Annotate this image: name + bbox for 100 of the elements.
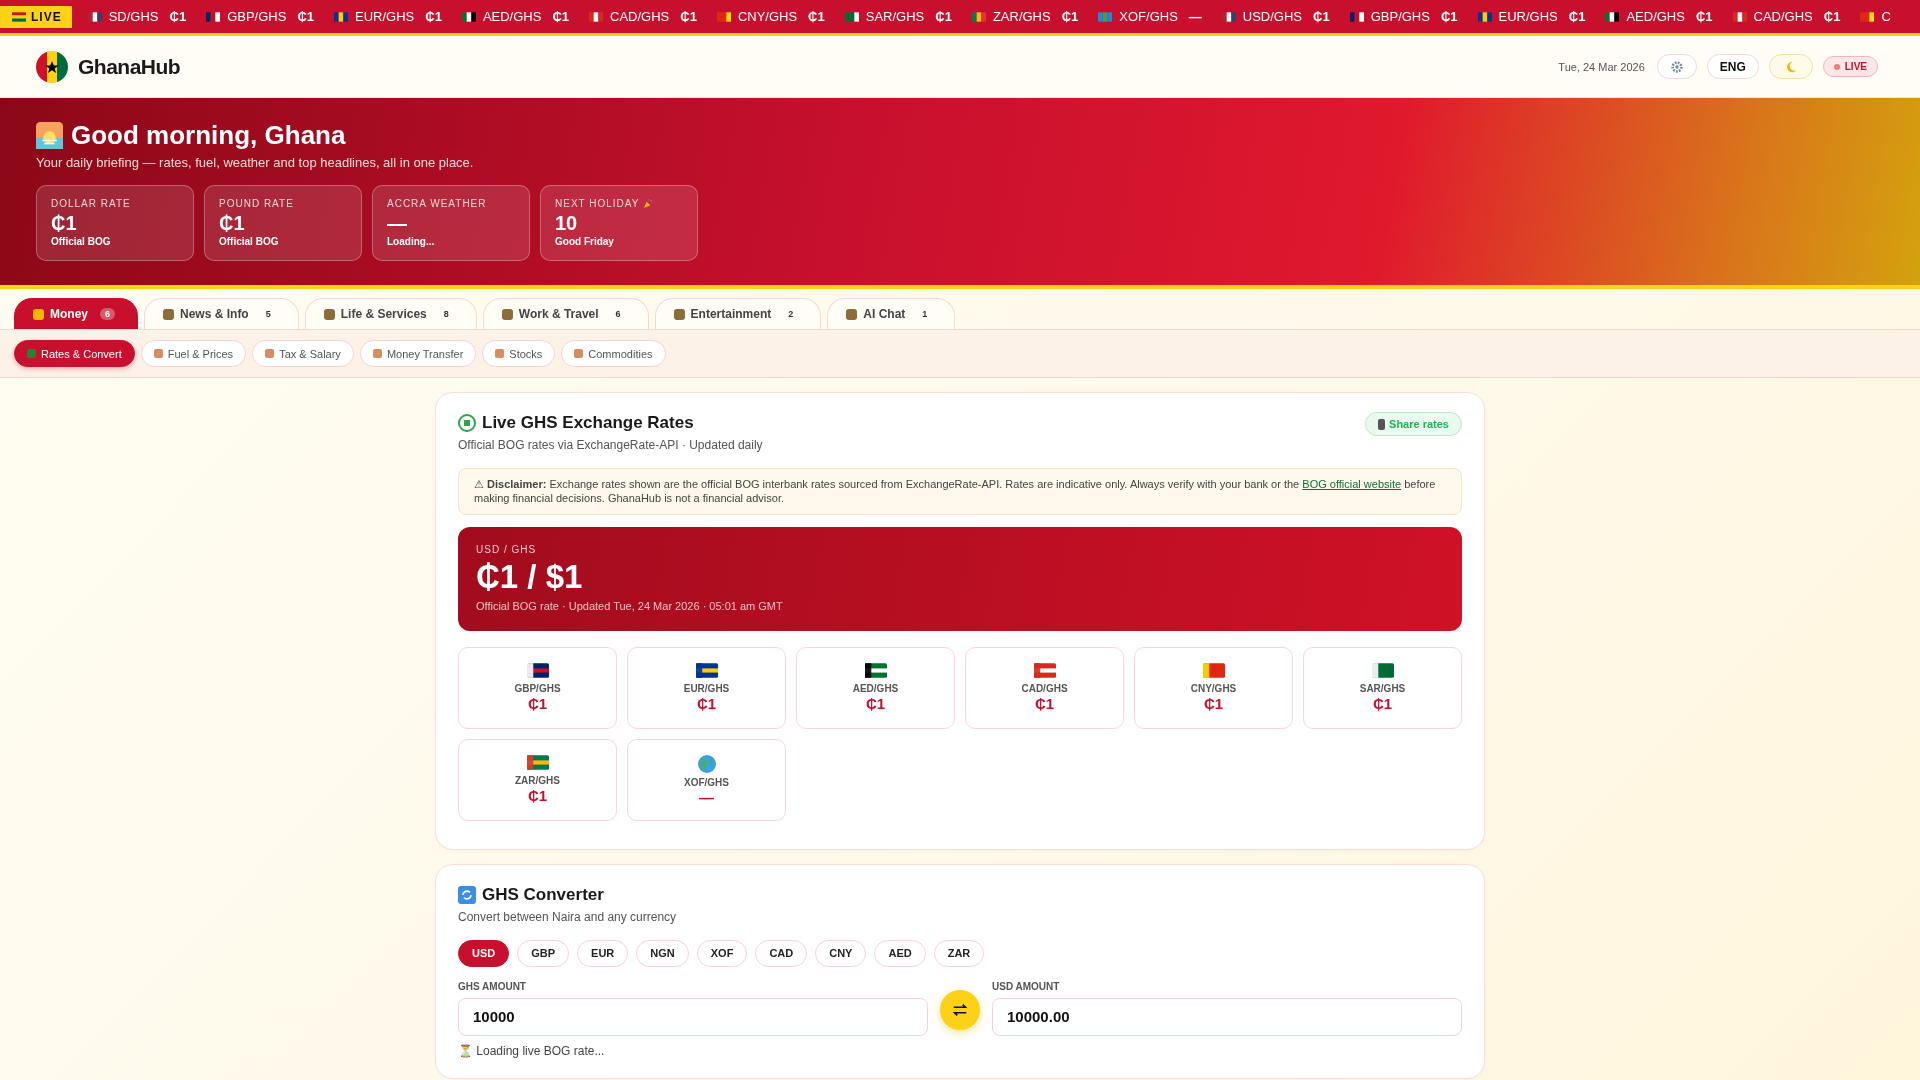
flag-icon (695, 663, 718, 679)
subcategory-tab[interactable]: Tax & Salary (252, 340, 354, 367)
ticker-rate: — (1188, 9, 1202, 24)
flag-icon (1732, 11, 1747, 22)
ticker-pair: XOF/GHS (1119, 9, 1178, 24)
bog-website-link[interactable]: BOG official website (1302, 478, 1402, 490)
ticker-pair: GBP/GHS (1370, 9, 1430, 24)
rate-tile[interactable]: AED/GHS ₵1 (796, 646, 955, 729)
brand-name[interactable]: GhanaHub (78, 54, 181, 79)
disclaimer-notice: ⚠ Disclaimer: Exchange rates shown are the official BOG interbank rates sourced from ExchangeRate-API. Rates are indicative only. Always verify with your bank or the BOG official website before making financial decisions. GhanaHub is not a financial advisor. (458, 468, 1462, 515)
rate-tile[interactable]: GBP/GHS ₵1 (458, 646, 617, 729)
stat-value: ₵1 (219, 212, 246, 235)
currency-chip[interactable]: USD (458, 939, 510, 967)
ticker-pair: CAD/GHS (1753, 9, 1813, 24)
stat-value: 10 (555, 212, 579, 235)
stat-label: DOLLAR RATE (51, 198, 131, 209)
tile-pair: CAD/GHS (1021, 683, 1068, 695)
rate-tile[interactable]: SAR/GHS ₵1 (1303, 646, 1462, 729)
stat-label: POUND RATE (219, 198, 294, 209)
subcategory-tab[interactable]: Fuel & Prices (140, 340, 247, 367)
ticker-pair: USD/GHS (1242, 9, 1303, 24)
swap-button[interactable] (940, 989, 980, 1030)
subcategory-tab[interactable]: Commodities (561, 340, 666, 367)
tile-pair: SAR/GHS (1359, 683, 1406, 695)
ticker-rate: ₵1 (1568, 9, 1586, 24)
card-subtitle: Convert between Naira and any currency (458, 909, 678, 924)
currency-chip[interactable]: GBP (517, 939, 570, 967)
rate-tile[interactable]: EUR/GHS ₵1 (627, 646, 786, 729)
tile-value: ₵1 (527, 695, 548, 713)
refresh-icon (458, 885, 476, 904)
tile-value: — (699, 788, 714, 806)
subcategory-tab[interactable]: Rates & Convert (14, 340, 135, 367)
rate-tile[interactable]: CAD/GHS ₵1 (965, 646, 1124, 729)
stat-value: ₵1 (51, 212, 78, 235)
currency-chip[interactable]: CAD (755, 939, 808, 967)
tab-count: 5 (264, 308, 272, 320)
tile-value: ₵1 (865, 695, 886, 713)
settings-button[interactable] (1656, 54, 1697, 79)
flag-icon (526, 755, 549, 771)
date-text: Tue, 24 Mar 2026 (1558, 60, 1645, 73)
language-button[interactable]: ENG (1706, 54, 1759, 79)
category-tab[interactable]: AI Chat 1 (827, 298, 956, 329)
ticker-rate: ₵1 (297, 9, 314, 24)
rate-tile[interactable]: CNY/GHS ₵1 (1134, 646, 1293, 729)
currency-chip[interactable]: ZAR (933, 939, 985, 967)
live-badge: LIVE (1822, 56, 1878, 77)
stat-label: ACCRA WEATHER (387, 198, 487, 209)
flag-icon (1221, 11, 1236, 22)
tile-value: ₵1 (1034, 695, 1055, 713)
category-tab[interactable]: Work & Travel 6 (482, 298, 649, 329)
settings-icon (1669, 59, 1684, 74)
tile-pair: AED/GHS (852, 683, 899, 695)
ticker-rate: ₵1 (808, 9, 825, 24)
card-title: GHS Converter (482, 884, 604, 905)
currency-chip[interactable]: NGN (636, 939, 689, 967)
subcategory-tab[interactable]: Stocks (482, 340, 556, 367)
category-tab[interactable]: News & Info 5 (144, 298, 299, 329)
flag-icon (864, 663, 887, 679)
flag-icon (87, 11, 102, 22)
ticker-pair: EUR/GHS (1498, 9, 1558, 24)
flag-icon (971, 11, 986, 22)
tile-pair: EUR/GHS (683, 683, 730, 695)
tab-count: 1 (921, 308, 929, 320)
ticker-pair: AED/GHS (1626, 9, 1685, 24)
ticker-rate: ₵1 (425, 9, 442, 24)
flag-icon (1202, 663, 1225, 679)
currency-chip[interactable]: AED (874, 939, 926, 967)
flag-icon (1605, 11, 1620, 22)
card-title: Live GHS Exchange Rates (482, 413, 694, 433)
amount-output[interactable]: 10000.00 (992, 997, 1462, 1036)
tab-count: 2 (787, 308, 795, 320)
tile-pair: CNY/GHS (1190, 683, 1237, 695)
stat-value: — (387, 212, 408, 235)
flag-icon (1033, 663, 1056, 679)
stat-note: Good Friday (555, 236, 615, 247)
rate-value: ₵1 / $1 (476, 557, 584, 596)
flag-icon (526, 663, 549, 679)
theme-button[interactable] (1768, 54, 1813, 79)
category-tab[interactable]: Entertainment 2 (654, 298, 822, 329)
category-tab[interactable]: Money 6 (14, 298, 139, 329)
field-label: GHS AMOUNT (458, 980, 527, 992)
subcategory-tab[interactable]: Money Transfer (359, 340, 477, 367)
ticker-rate: ₵1 (1313, 9, 1330, 24)
stat-note: Official BOG (51, 236, 112, 247)
currency-chip[interactable]: XOF (696, 939, 748, 967)
tile-pair: XOF/GHS (684, 776, 729, 788)
flag-icon (1098, 11, 1113, 22)
tile-value: ₵1 (527, 787, 548, 805)
rate-tile[interactable]: ZAR/GHS ₵1 (458, 738, 617, 821)
currency-chip[interactable]: EUR (577, 939, 629, 967)
rate-tile[interactable]: XOF/GHS — (627, 738, 786, 821)
amount-input[interactable]: 10000 (458, 997, 928, 1036)
ticker-pair: SAR/GHS (865, 9, 925, 24)
field-label: USD AMOUNT (992, 980, 1061, 992)
currency-chip[interactable]: CNY (815, 939, 867, 967)
rate-pair-label: USD / GHS (476, 543, 538, 555)
category-tab[interactable]: Life & Services 8 (304, 298, 477, 329)
party-popper-icon (643, 198, 655, 209)
ticker-pair: CAD/GHS (610, 9, 670, 24)
tile-value: ₵1 (1372, 695, 1393, 713)
